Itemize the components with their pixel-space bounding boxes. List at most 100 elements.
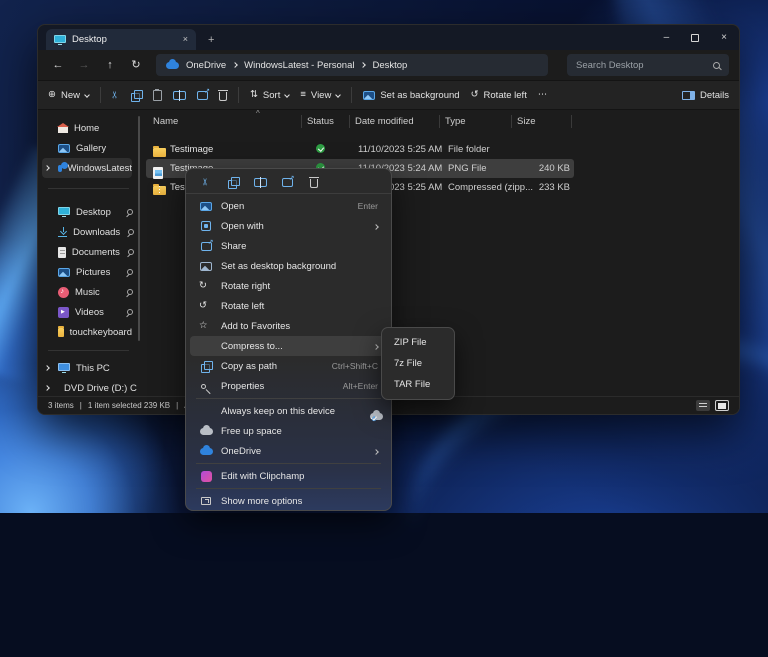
sidebar-item-windowslatest[interactable]: WindowsLatest <box>42 158 132 178</box>
menu-item-share[interactable]: Share <box>190 236 387 256</box>
copy-icon[interactable] <box>228 177 239 188</box>
file-type: File folder <box>448 144 490 155</box>
search-input[interactable]: Search Desktop <box>567 54 729 76</box>
this-pc-icon <box>58 363 70 371</box>
column-divider[interactable] <box>571 115 572 128</box>
maximize-button[interactable] <box>691 34 699 42</box>
column-divider[interactable] <box>301 115 302 128</box>
sidebar-item-music[interactable]: Music <box>42 282 132 302</box>
sidebar-item-documents[interactable]: Documents <box>42 242 132 262</box>
copy-path-icon <box>201 361 212 372</box>
menu-item-open-with[interactable]: Open with <box>190 216 387 236</box>
close-button[interactable]: × <box>721 33 727 43</box>
separator: | <box>80 402 82 410</box>
sidebar-item-downloads[interactable]: Downloads <box>42 222 132 242</box>
sidebar-item-pictures[interactable]: Pictures <box>42 262 132 282</box>
refresh-button[interactable]: ↻ <box>126 60 146 71</box>
column-header-name[interactable]: Name <box>153 116 178 127</box>
cut-icon[interactable]: ✂ <box>201 175 211 189</box>
new-button[interactable]: ⊕ New <box>48 90 89 101</box>
column-header-type[interactable]: Type <box>445 116 466 127</box>
breadcrumb-desktop[interactable]: Desktop <box>372 60 407 71</box>
details-view-toggle[interactable] <box>696 400 710 411</box>
rename-icon[interactable] <box>254 178 267 187</box>
tab-desktop[interactable]: Desktop × <box>46 29 196 50</box>
show-more-icon <box>201 497 211 505</box>
compress-to-submenu: ZIP File 7z File TAR File <box>381 327 455 400</box>
column-divider[interactable] <box>439 115 440 128</box>
submenu-item-7z-file[interactable]: 7z File <box>382 353 454 374</box>
view-toggles <box>696 400 729 411</box>
minimize-button[interactable]: – <box>664 33 670 43</box>
sidebar-item-desktop[interactable]: Desktop <box>42 202 132 222</box>
selection-info: 1 item selected 239 KB <box>88 401 170 410</box>
pin-icon <box>125 309 132 316</box>
menu-item-onedrive[interactable]: OneDrive <box>190 441 387 461</box>
column-header-date-modified[interactable]: Date modified <box>355 116 414 127</box>
breadcrumb-windowslatest[interactable]: WindowsLatest - Personal <box>244 60 354 71</box>
sort-arrows-icon: ⇅ <box>250 90 258 100</box>
menu-item-free-up-space[interactable]: Free up space <box>190 421 387 441</box>
documents-icon <box>58 247 66 258</box>
sidebar-item-gallery[interactable]: Gallery <box>42 138 132 158</box>
view-button[interactable]: ≡ View <box>300 90 340 101</box>
icons-view-toggle[interactable] <box>715 400 729 411</box>
chevron-down-icon <box>335 92 341 98</box>
breadcrumb-onedrive[interactable]: OneDrive <box>186 60 226 71</box>
open-with-icon <box>201 221 211 231</box>
details-pane-button[interactable]: Details <box>682 90 729 101</box>
menu-item-always-keep-on-this-device[interactable]: Always keep on this device <box>190 401 387 421</box>
delete-button[interactable] <box>219 92 227 101</box>
sidebar-label: WindowsLatest <box>68 163 132 174</box>
back-button[interactable]: ← <box>48 60 68 71</box>
up-button[interactable]: ↑ <box>100 60 120 71</box>
sidebar-item-videos[interactable]: Videos <box>42 302 132 322</box>
new-tab-button[interactable]: + <box>208 35 214 46</box>
submenu-item-zip-file[interactable]: ZIP File <box>382 332 454 353</box>
menu-item-compress-to[interactable]: Compress to... <box>190 336 387 356</box>
chevron-right-icon[interactable] <box>44 385 50 391</box>
share-icon[interactable] <box>282 178 293 187</box>
cut-button[interactable]: ✂ <box>111 91 121 99</box>
menu-item-rotate-left[interactable]: ↺ Rotate left <box>190 296 387 316</box>
menu-item-copy-as-path[interactable]: Copy as path Ctrl+Shift+C <box>190 356 387 376</box>
chevron-right-icon[interactable] <box>44 165 50 171</box>
sort-button[interactable]: ⇅ Sort <box>250 90 289 101</box>
more-options-button[interactable]: ⋯ <box>538 90 548 100</box>
column-divider[interactable] <box>349 115 350 128</box>
context-menu-quick-actions: ✂ <box>186 171 391 194</box>
tab-close-icon[interactable]: × <box>183 35 188 44</box>
menu-item-rotate-right[interactable]: ↻ Rotate right <box>190 276 387 296</box>
share-button[interactable] <box>197 91 208 100</box>
set-as-background-button[interactable]: Set as background <box>363 90 459 101</box>
column-divider[interactable] <box>511 115 512 128</box>
clipchamp-icon <box>201 471 212 482</box>
menu-item-set-as-desktop-background[interactable]: Set as desktop background <box>190 256 387 276</box>
toolbar-divider <box>100 87 101 103</box>
menu-item-open[interactable]: Open Enter <box>190 196 387 216</box>
rename-button[interactable] <box>173 91 186 100</box>
sidebar-item-touchkeyboard[interactable]: touchkeyboard <box>42 322 132 342</box>
paste-button[interactable] <box>153 90 162 101</box>
rotate-left-button[interactable]: ↺ Rotate left <box>471 90 527 101</box>
copy-button[interactable] <box>131 90 142 101</box>
forward-button[interactable]: → <box>74 60 94 71</box>
search-icon <box>713 62 720 69</box>
chevron-right-icon <box>373 224 379 230</box>
file-row-folder[interactable]: Testimage 11/10/2023 5:25 AM File folder <box>146 140 574 159</box>
delete-icon[interactable] <box>310 179 318 188</box>
menu-item-add-to-favorites[interactable]: ☆ Add to Favorites <box>190 316 387 336</box>
sidebar-scrollbar[interactable] <box>138 116 140 341</box>
menu-item-edit-with-clipchamp[interactable]: Edit with Clipchamp <box>190 466 387 486</box>
sidebar-item-home[interactable]: Home <box>42 118 132 138</box>
sidebar-item-dvd-drive[interactable]: DVD Drive (D:) C <box>42 378 132 398</box>
music-icon <box>58 287 69 298</box>
menu-item-properties[interactable]: Properties Alt+Enter <box>190 376 387 396</box>
breadcrumb[interactable]: OneDrive WindowsLatest - Personal Deskto… <box>156 54 548 76</box>
menu-item-show-more-options[interactable]: Show more options <box>190 491 387 511</box>
submenu-item-tar-file[interactable]: TAR File <box>382 374 454 395</box>
column-header-status[interactable]: Status <box>307 116 334 127</box>
sidebar-item-this-pc[interactable]: This PC <box>42 358 132 378</box>
chevron-right-icon[interactable] <box>44 365 50 371</box>
column-header-size[interactable]: Size <box>517 116 535 127</box>
